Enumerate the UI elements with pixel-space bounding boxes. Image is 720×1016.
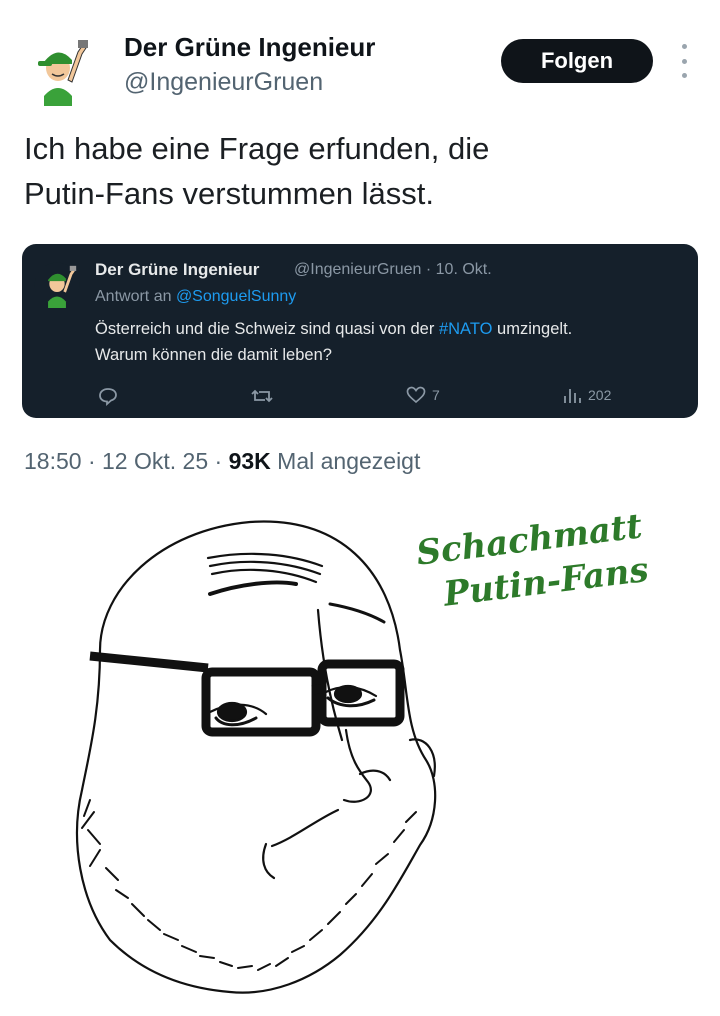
quote-actions: 7 202 [22,386,698,410]
quote-handle-date: @IngenieurGruen · 10. Okt. [294,261,492,278]
quote-text: Österreich und die Schweiz sind quasi vo… [95,316,685,368]
quoted-tweet[interactable]: Der Grüne Ingenieur @IngenieurGruen · 10… [22,244,698,418]
retweet-action[interactable] [250,386,274,406]
view-label: Mal angezeigt [277,448,421,474]
reply-mention-link[interactable]: @SonguelSunny [176,288,296,305]
tweet-header: Der Grüne Ingenieur @IngenieurGruen Folg… [0,0,720,110]
quote-text-part: Österreich und die Schweiz sind quasi vo… [95,320,435,338]
follow-button[interactable]: Folgen [501,39,653,83]
quote-text-part: umzingelt. [497,320,573,338]
hashtag-link[interactable]: #NATO [439,320,493,338]
views-action[interactable]: 202 [562,386,611,404]
reply-action[interactable] [98,386,118,406]
tweet-text-line: Ich habe eine Frage erfunden, die [24,131,490,166]
views-count: 202 [588,387,612,403]
timestamp[interactable]: 18:50 · 12 Okt. 25 · [24,448,222,474]
reply-context: Antwort an @SonguelSunny [95,288,296,306]
views-icon [564,389,581,403]
reply-prefix: Antwort an [95,288,172,305]
retweet-icon [251,389,273,403]
quote-display-name: Der Grüne Ingenieur [95,260,260,279]
tweet-metadata: 18:50 · 12 Okt. 25 · 93K Mal angezeigt [24,448,420,475]
avatar[interactable] [22,34,94,106]
more-options-icon[interactable] [676,44,692,78]
like-count: 7 [432,387,440,403]
reply-icon [99,388,117,406]
view-count: 93K [228,448,271,474]
like-icon [406,386,426,404]
tweet-text-line: Putin-Fans verstummen lässt. [24,176,435,211]
tweet-text: Ich habe eine Frage erfunden, die Putin-… [24,126,684,216]
quote-text-line: Warum können die damit leben? [95,346,332,364]
quote-avatar [34,262,80,308]
display-name[interactable]: Der Grüne Ingenieur [124,32,375,63]
handle[interactable]: @IngenieurGruen [124,68,323,97]
like-action[interactable]: 7 [406,386,440,404]
